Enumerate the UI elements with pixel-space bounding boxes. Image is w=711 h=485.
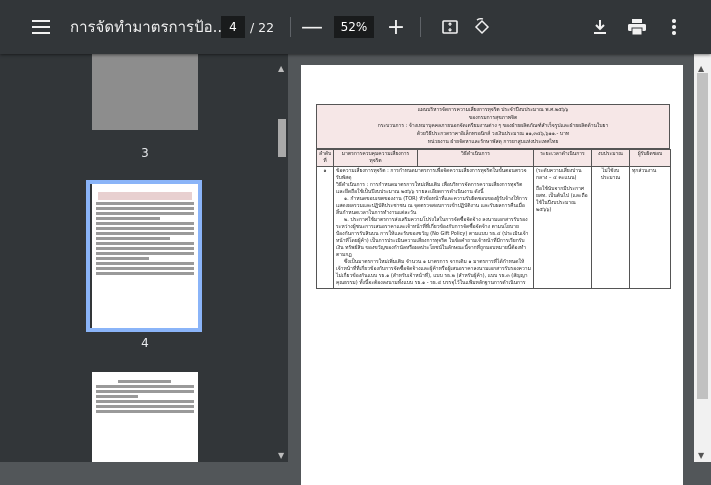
column-header: มาตรการควบคุมความเสี่ยงการทุจริต — [333, 149, 418, 167]
column-header: วิธีดำเนินการ — [417, 149, 534, 167]
toolbar-divider — [420, 17, 421, 37]
scroll-up-arrow-icon[interactable]: ▲ — [278, 64, 284, 73]
page-thumbnail-5[interactable] — [92, 372, 198, 462]
period-text: (ระดับความเสี่ยงปานกลาง – ๔ คะแนน) — [536, 168, 582, 181]
column-header: ระยะเวลาดำเนินการ — [533, 149, 592, 167]
print-icon[interactable] — [624, 0, 650, 54]
rotate-icon[interactable] — [469, 0, 495, 54]
cell-budget: ไม่ใช้งบประมาณ — [591, 166, 630, 289]
cell-no: ๑ — [316, 166, 334, 289]
header-line: กระบวนการ : จ้างเหมาบุคคลภายนอกจัดเตรียม… — [377, 123, 609, 129]
zoom-in-button[interactable]: + — [384, 0, 408, 54]
cell-period: (ระดับความเสี่ยงปานกลาง – ๔ คะแนน) ถือใช… — [533, 166, 592, 289]
method-text: วิธีดำเนินการ : การกำหนดมาตรการใหม่เพิ่ม… — [336, 182, 523, 195]
column-header: ลำดับที่ — [316, 149, 334, 167]
menu-icon[interactable] — [26, 0, 56, 54]
method-text: ๒. ประกาศใช้มาตรการส่งเสริมความโปร่งใสใน… — [336, 217, 529, 258]
scroll-down-arrow-icon[interactable]: ▼ — [278, 451, 284, 460]
table-header-row: ลำดับที่ มาตรการควบคุมความเสี่ยงการทุจริ… — [316, 149, 671, 167]
zoom-level-input[interactable]: 52% — [334, 16, 374, 38]
document-content: แผนบริหารจัดการความเสี่ยงการทุจริต ประจำ… — [316, 104, 671, 289]
zoom-out-button[interactable]: — — [300, 0, 324, 54]
header-line: ด้วยวิธีประกวดราคาอิเล็กทรอนิกส์ วงเงินป… — [416, 131, 570, 137]
cell-measure-method: ข้อความเสี่ยงการทุจริต : การกำหนดมาตรการ… — [333, 166, 534, 289]
scroll-up-arrow-icon[interactable]: ▲ — [698, 64, 704, 73]
document-scrollbar-thumb[interactable] — [697, 73, 708, 399]
risk-table: ลำดับที่ มาตรการควบคุมความเสี่ยงการทุจริ… — [316, 149, 671, 289]
fit-to-page-icon[interactable] — [437, 0, 463, 54]
total-pages: / 22 — [250, 19, 275, 35]
header-line: ของกรมการสุขภาพจิต — [468, 115, 518, 121]
header-line: หน่วยงาน ฝ่ายจัดหาและรักษาพัสดุ การยาสูบ… — [427, 139, 559, 145]
document-header: แผนบริหารจัดการความเสี่ยงการทุจริต ประจำ… — [316, 104, 670, 149]
page-thumbnail-3[interactable] — [92, 54, 198, 130]
sidebar-scrollbar-thumb[interactable] — [278, 119, 286, 157]
method-text: ๑. กำหนดขอบเขตของงาน (TOR) หัวข้อหน้าที่… — [336, 196, 528, 216]
page-number-input[interactable]: 4 — [221, 16, 245, 38]
period-text: ถือใช้นับจากมีประกาศ ยสท. เป็นต้นไป (และ… — [536, 186, 588, 213]
method-text: ซึ่งเป็นมาตรการใหม่เพิ่มเติม จำนวน ๑ มาต… — [336, 259, 531, 286]
document-title: การจัดทำมาตรการป้อ... — [70, 18, 227, 36]
thumbnail-label: 4 — [141, 336, 149, 350]
scroll-down-arrow-icon[interactable]: ▼ — [698, 451, 704, 460]
column-header: งบประมาณ — [591, 149, 630, 167]
cell-owner: ทุกส่วนงาน — [629, 166, 671, 289]
thumbnail-label: 3 — [141, 146, 149, 160]
download-icon[interactable] — [587, 0, 613, 54]
header-line: แผนบริหารจัดการความเสี่ยงการทุจริต ประจำ… — [417, 107, 569, 113]
column-header: ผู้รับผิดชอบ — [629, 149, 671, 167]
table-row: ๑ ข้อความเสี่ยงการทุจริต : การกำหนดมาตรก… — [316, 166, 671, 289]
more-options-icon[interactable] — [664, 0, 684, 54]
thumbnail-sidebar: 3 4 — [0, 54, 288, 462]
sidebar-scrollbar[interactable] — [276, 54, 288, 462]
toolbar-divider — [290, 17, 291, 37]
selected-thumbnail-frame — [86, 180, 202, 332]
pdf-toolbar: การจัดทำมาตรการป้อ... 4 / 22 — 52% + — [0, 0, 711, 54]
measure-text: ข้อความเสี่ยงการทุจริต : การกำหนดมาตรการ… — [336, 168, 527, 181]
